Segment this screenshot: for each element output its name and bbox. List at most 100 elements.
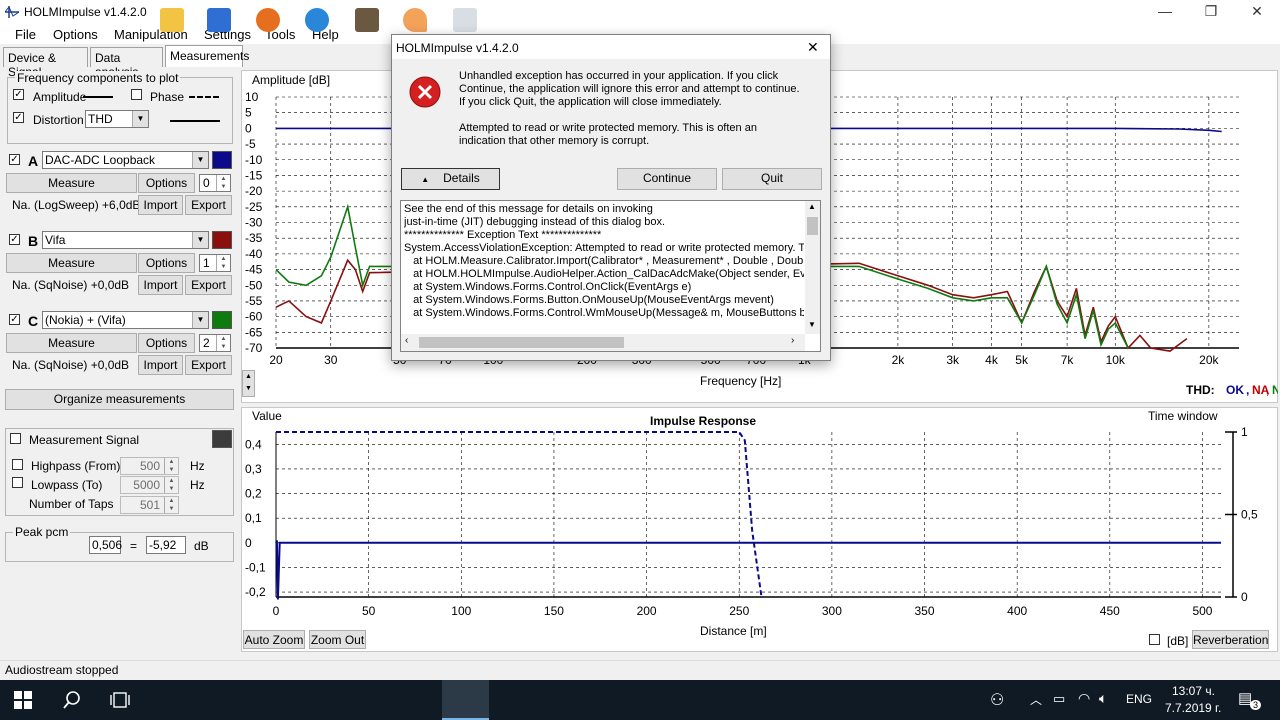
y-tick-label: -40 [245,247,263,261]
exception-details-textbox[interactable]: See the end of this message for details … [400,200,821,352]
db-checkbox[interactable] [1149,634,1160,645]
options-c-button[interactable]: Options [138,333,195,353]
measurement-signal-checkbox[interactable] [10,433,21,444]
measurement-a-color-swatch[interactable] [212,151,232,169]
measure-a-button[interactable]: Measure [6,173,137,193]
amplitude-checkbox[interactable]: ✓ [13,89,24,100]
distortion-checkbox[interactable]: ✓ [13,112,24,123]
vertical-scrollbar[interactable]: ▲ ▼ [805,201,820,334]
export-a-button[interactable]: Export [185,195,232,215]
chevron-up-icon[interactable]: ︿ [1030,691,1042,708]
horizontal-scrollbar-thumb[interactable] [419,337,624,348]
battery-icon[interactable]: ▭ [1053,691,1065,707]
measure-c-button[interactable]: Measure [6,333,137,353]
y-tick-label: 0,1 [245,511,262,525]
app-icon-pyramid[interactable] [355,8,379,32]
options-a-button[interactable]: Options [138,173,195,193]
horizontal-scrollbar[interactable]: ‹ › [401,334,805,351]
outlook-icon[interactable] [305,8,329,32]
continue-button[interactable]: Continue [617,168,717,190]
dialog-close-button[interactable]: ✕ [807,39,819,56]
people-icon[interactable]: ⚇ [990,690,1004,710]
impulse-ylabel: Value [252,409,282,423]
measurement-b-count: 1 [203,256,210,270]
y2-tick-label: 1 [1241,425,1248,439]
quit-button[interactable]: Quit [722,168,822,190]
scroll-down-icon[interactable]: ▼ [808,320,816,329]
measurement-c-checkbox[interactable]: ✓ [9,314,20,325]
measurement-signal-color-swatch[interactable] [212,430,232,448]
measure-b-button[interactable]: Measure [6,253,137,273]
measurement-b-name: Vifa [45,233,66,247]
window-title: HOLMImpulse v1.4.2.0 [24,5,147,19]
tab-data-analysis[interactable]: Data analysis [90,47,163,79]
minimize-button[interactable]: — [1142,0,1188,24]
speaker-icon[interactable]: 🔈︎ [1099,690,1107,707]
phase-checkbox[interactable] [131,89,142,100]
measurement-b-checkbox[interactable]: ✓ [9,234,20,245]
windows-start-icon[interactable] [14,691,32,709]
tab-measurements[interactable]: Measurements [165,45,249,67]
measurement-b-select[interactable]: Vifa ▼ [42,231,209,249]
menu-file[interactable]: File [15,27,36,42]
measurement-b-color-swatch[interactable] [212,231,232,249]
details-button[interactable]: ▲ Details [401,168,500,190]
x-tick-label: 400 [1007,604,1027,618]
highpass-checkbox[interactable] [12,459,23,470]
import-b-button[interactable]: Import [138,275,183,295]
export-c-button[interactable]: Export [185,355,232,375]
import-a-button[interactable]: Import [138,195,183,215]
peak-value-field[interactable]: 0,506 [89,536,122,554]
file-explorer-icon[interactable] [160,8,184,32]
highpass-input[interactable]: 500 ▲ ▼ [120,457,179,475]
export-b-button[interactable]: Export [185,275,232,295]
menu-options[interactable]: Options [53,27,98,42]
firefox-icon[interactable] [256,8,280,32]
details-line: at HOLM.HOLMImpulse.AudioHelper.Action_C… [404,268,804,280]
vertical-scrollbar-thumb[interactable] [807,217,818,235]
measurement-c-spinner[interactable]: 2 ▲ ▼ [199,334,231,352]
lowpass-checkbox[interactable] [12,477,23,488]
impulse-series [275,431,1221,600]
holmimpulse-taskbar-button[interactable] [442,680,489,720]
clock-time[interactable]: 13:07 ч. [1172,684,1215,698]
store-icon[interactable] [207,8,231,32]
splitter-toggle-button[interactable]: ▲ ▼ [242,370,255,397]
measurement-a-letter: A [28,153,39,169]
zoom-out-button[interactable]: Zoom Out [309,630,366,649]
measurement-a-spinner[interactable]: 0 ▲ ▼ [199,174,231,192]
measurement-c-select[interactable]: (Nokia) + (Vifa) ▼ [42,311,209,329]
organize-measurements-button[interactable]: Organize measurements [5,389,234,410]
y-tick-label: -60 [245,310,263,324]
clock-date[interactable]: 7.7.2019 г. [1165,701,1221,715]
tab-device-signal[interactable]: Device & Signal [3,47,88,79]
measurement-a-checkbox[interactable]: ✓ [9,154,20,165]
language-indicator[interactable]: ENG [1126,692,1152,706]
app-icon-orange[interactable] [403,8,427,32]
wifi-icon[interactable]: ◠ [1078,690,1090,707]
reverberation-button[interactable]: Reverberation [1192,630,1269,649]
scroll-right-icon[interactable]: › [791,335,794,346]
close-button[interactable]: ✕ [1234,0,1280,24]
dialog-error-message: Attempted to read or write protected mem… [459,122,757,147]
distortion-type-select[interactable]: THD ▼ [85,110,149,128]
impulse-series-line-1 [276,431,763,598]
task-view-icon[interactable] [110,691,130,709]
details-line: at System.Windows.Forms.Control.WmMouseU… [404,307,804,319]
taps-input[interactable]: 501 ▲ ▼ [120,496,179,514]
thd-comma-a: , [1246,383,1249,397]
import-c-button[interactable]: Import [138,355,183,375]
measurement-c-color-swatch[interactable] [212,311,232,329]
scroll-left-icon[interactable]: ‹ [405,335,408,346]
auto-zoom-button[interactable]: Auto Zoom [243,630,305,649]
peak-db-field[interactable]: -5,92 [146,536,186,554]
measurement-b-spinner[interactable]: 1 ▲ ▼ [199,254,231,272]
options-b-button[interactable]: Options [138,253,195,273]
scroll-up-icon[interactable]: ▲ [808,202,816,211]
restore-button[interactable]: ❐ [1188,0,1234,24]
measurement-a-select[interactable]: DAC-ADC Loopback ▼ [42,151,209,169]
lowpass-input[interactable]: 5000 ▲ ▼ [120,476,179,494]
impulse-chart[interactable]: Value Impulse Response Time window 0,40,… [241,407,1278,652]
details-button-label: Details [443,171,480,185]
search-icon[interactable] [62,690,82,710]
